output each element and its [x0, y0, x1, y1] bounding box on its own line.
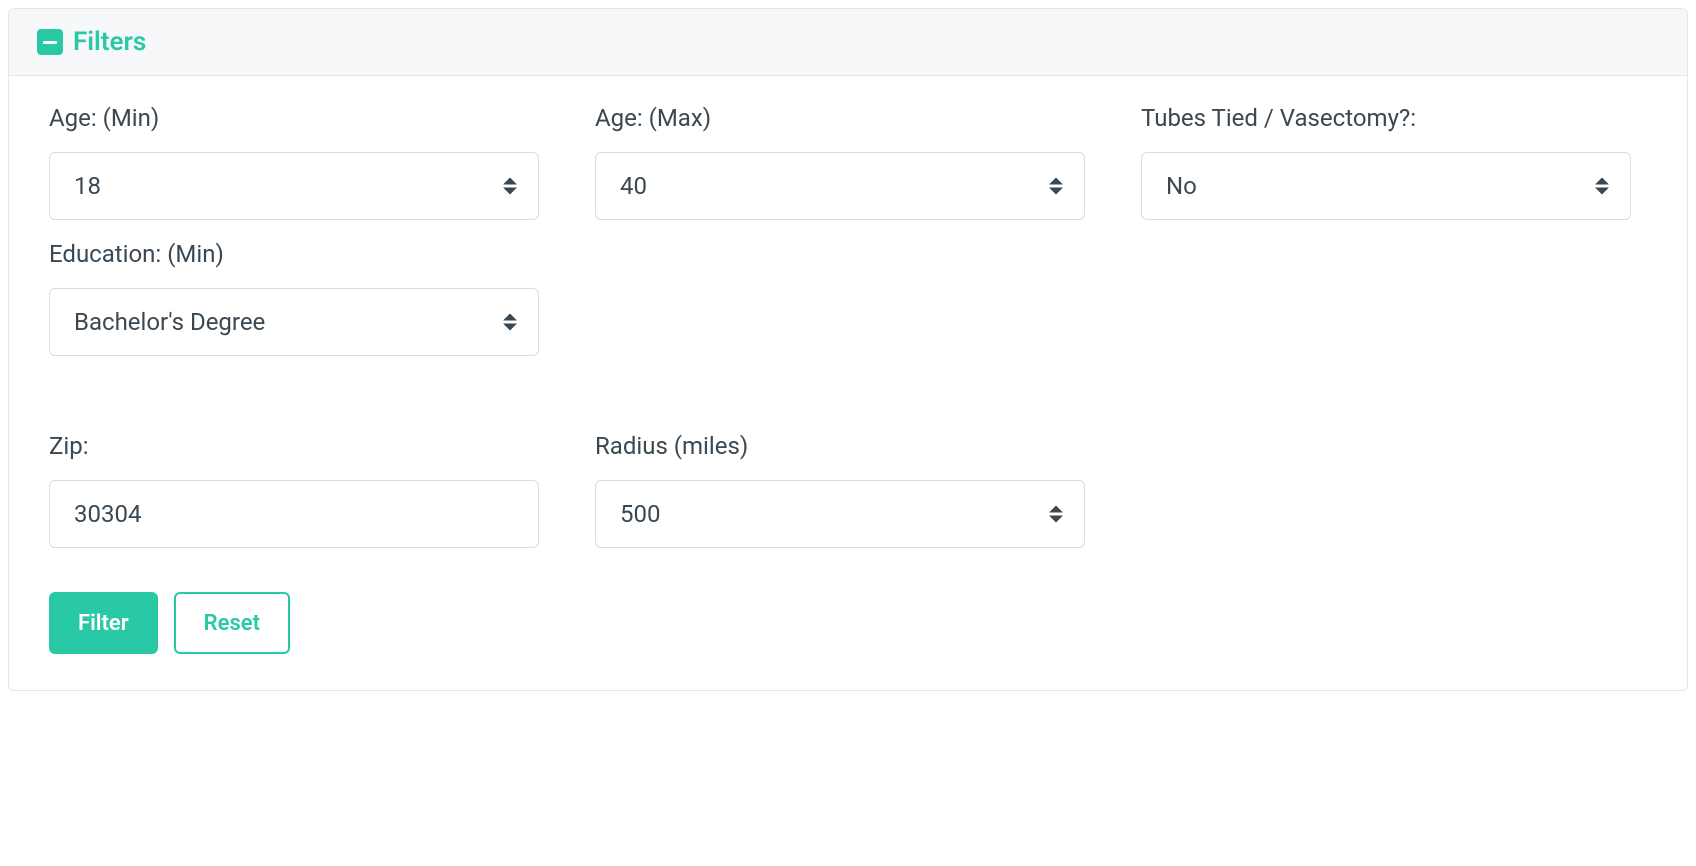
- panel-title: Filters: [73, 27, 146, 57]
- radius-label: Radius (miles): [595, 432, 1085, 460]
- collapse-icon[interactable]: [37, 29, 63, 55]
- zip-input[interactable]: [49, 480, 539, 548]
- radius-select[interactable]: 500: [595, 480, 1085, 548]
- filter-button[interactable]: Filter: [49, 592, 158, 654]
- age-min-select[interactable]: 18: [49, 152, 539, 220]
- zip-label: Zip:: [49, 432, 539, 460]
- reset-button[interactable]: Reset: [174, 592, 290, 654]
- education-label: Education: (Min): [49, 240, 539, 268]
- education-field: Education: (Min) Bachelor's Degree: [49, 240, 539, 356]
- filters-panel-body: Age: (Min) 18 Age: (Max) 40 Tu: [9, 76, 1687, 690]
- age-max-label: Age: (Max): [595, 104, 1085, 132]
- age-max-select[interactable]: 40: [595, 152, 1085, 220]
- age-max-field: Age: (Max) 40: [595, 104, 1085, 220]
- tubes-field: Tubes Tied / Vasectomy?: No: [1141, 104, 1631, 220]
- filters-panel: Filters Age: (Min) 18 Age: (Max) 40: [8, 8, 1688, 691]
- tubes-label: Tubes Tied / Vasectomy?:: [1141, 104, 1631, 132]
- zip-field: Zip:: [49, 432, 539, 548]
- tubes-select[interactable]: No: [1141, 152, 1631, 220]
- radius-field: Radius (miles) 500: [595, 432, 1085, 548]
- education-select[interactable]: Bachelor's Degree: [49, 288, 539, 356]
- age-min-label: Age: (Min): [49, 104, 539, 132]
- filters-panel-header[interactable]: Filters: [9, 9, 1687, 76]
- age-min-field: Age: (Min) 18: [49, 104, 539, 220]
